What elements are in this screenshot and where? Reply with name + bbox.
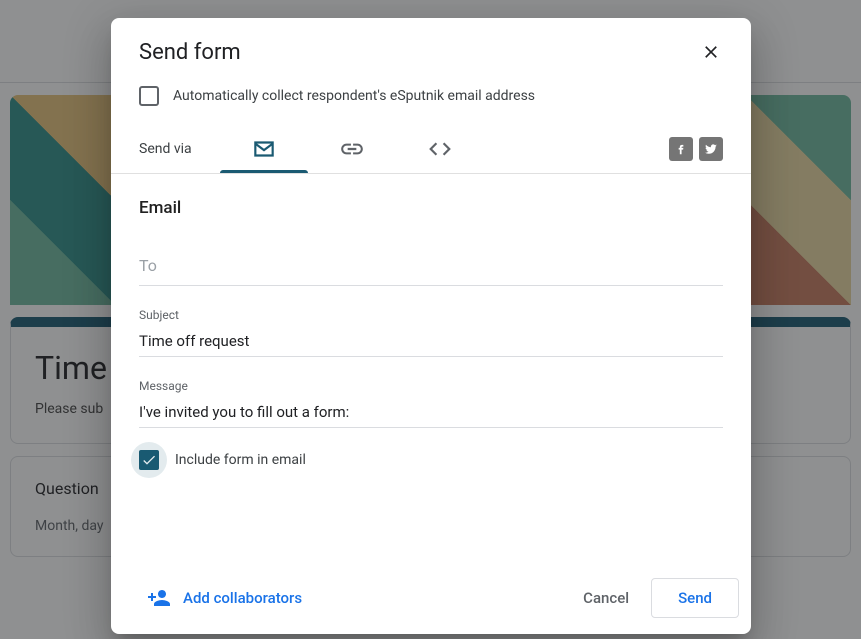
tab-link[interactable]: [308, 125, 396, 173]
add-collaborators-button[interactable]: Add collaborators: [135, 578, 314, 618]
person-add-icon: [147, 586, 171, 610]
include-form-checkbox[interactable]: [139, 450, 159, 470]
cancel-button[interactable]: Cancel: [565, 579, 647, 617]
twitter-icon: [704, 142, 718, 156]
share-twitter-button[interactable]: [699, 137, 723, 161]
facebook-icon: [674, 142, 688, 156]
close-button[interactable]: [699, 40, 723, 68]
tab-embed[interactable]: [396, 125, 484, 173]
send-label: Send: [678, 589, 712, 607]
message-input[interactable]: [139, 397, 723, 428]
email-section-title: Email: [139, 198, 723, 218]
close-icon: [701, 42, 721, 62]
link-icon: [339, 136, 365, 162]
to-input[interactable]: [139, 246, 723, 286]
send-button[interactable]: Send: [651, 578, 739, 618]
auto-collect-checkbox[interactable]: [139, 86, 159, 106]
auto-collect-label: Automatically collect respondent's eSput…: [173, 88, 535, 104]
subject-label: Subject: [139, 308, 723, 322]
add-collaborators-label: Add collaborators: [183, 589, 302, 607]
subject-input[interactable]: [139, 326, 723, 357]
share-facebook-button[interactable]: [669, 137, 693, 161]
include-form-label: Include form in email: [175, 452, 306, 468]
embed-icon: [427, 136, 453, 162]
send-form-dialog: Send form Automatically collect responde…: [111, 18, 751, 634]
tab-email[interactable]: [220, 125, 308, 173]
message-label: Message: [139, 379, 723, 393]
email-icon: [251, 136, 277, 162]
cancel-label: Cancel: [583, 589, 629, 607]
dialog-title: Send form: [139, 40, 241, 65]
send-via-label: Send via: [139, 141, 192, 157]
